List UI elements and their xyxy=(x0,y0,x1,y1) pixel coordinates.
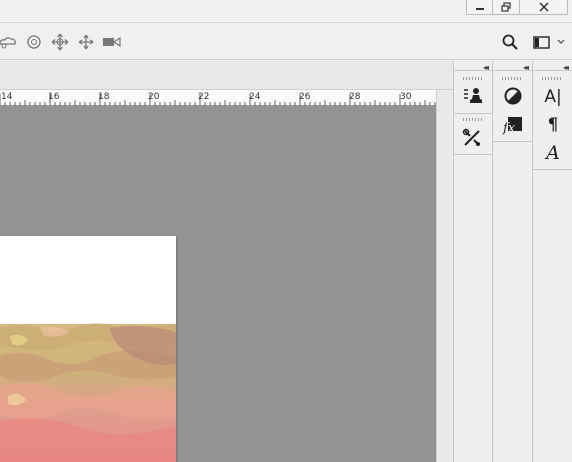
horizontal-ruler: 14 16 18 20 22 24 26 28 30 xyxy=(0,90,436,106)
restore-icon xyxy=(500,2,511,12)
camera-3d-icon[interactable] xyxy=(102,32,122,52)
panel-grip[interactable] xyxy=(463,77,483,80)
ruler-label: 24 xyxy=(249,92,261,102)
pan-3d-icon[interactable] xyxy=(50,32,70,52)
paragraph-glyph: ¶ xyxy=(547,114,559,135)
close-icon xyxy=(538,2,549,12)
slide-3d-icon[interactable] xyxy=(76,32,96,52)
minimize-button[interactable] xyxy=(466,0,493,15)
document-tab-strip xyxy=(0,61,453,90)
ruler-label: 14 xyxy=(1,92,13,102)
tool-presets-icon[interactable] xyxy=(461,85,485,107)
panel-dock-2: ◂◂ fx fx xyxy=(492,61,533,462)
ruler-label: 20 xyxy=(148,92,160,102)
panel-dock-3: ◂◂ A| ¶ A xyxy=(532,61,572,462)
adjustments-icon[interactable] xyxy=(501,85,525,107)
fx-styles-icon[interactable]: fx fx xyxy=(501,114,525,136)
panel-grip[interactable] xyxy=(502,77,522,80)
document-image xyxy=(0,323,176,462)
vertical-scrollbar[interactable] xyxy=(436,90,453,462)
paragraph-icon[interactable]: ¶ xyxy=(541,114,565,136)
ruler-label: 22 xyxy=(198,92,210,102)
restore-button[interactable] xyxy=(493,0,520,15)
ruler-label: 26 xyxy=(299,92,311,102)
panel-grip[interactable] xyxy=(542,77,562,80)
character-icon[interactable]: A| xyxy=(541,86,565,108)
ruler-label: 16 xyxy=(48,92,60,102)
glyphs-icon[interactable]: A xyxy=(541,142,565,164)
document-canvas[interactable] xyxy=(0,236,176,462)
minimize-icon xyxy=(475,8,484,10)
panel-grip[interactable] xyxy=(463,118,483,121)
options-bar xyxy=(0,24,572,60)
character-glyph: A| xyxy=(544,86,562,107)
panel-dock-1: ◂◂ xyxy=(453,61,493,462)
ruler-label: 28 xyxy=(349,92,361,102)
app-window: 14 16 18 20 22 24 26 28 30 ◂◂ ◂◂ fx fx ◂… xyxy=(0,0,572,462)
search-icon[interactable] xyxy=(500,32,520,52)
glyphs-glyph: A xyxy=(546,141,560,164)
ruler-label: 18 xyxy=(98,92,110,102)
title-bar xyxy=(0,0,572,23)
close-button[interactable] xyxy=(520,0,568,15)
brush-tools-icon[interactable] xyxy=(461,127,485,149)
lasso-cloud-icon[interactable] xyxy=(0,32,18,52)
rotate-3d-icon[interactable] xyxy=(24,32,44,52)
ruler-label: 30 xyxy=(400,92,412,102)
workspace-switcher-icon[interactable] xyxy=(531,32,567,52)
